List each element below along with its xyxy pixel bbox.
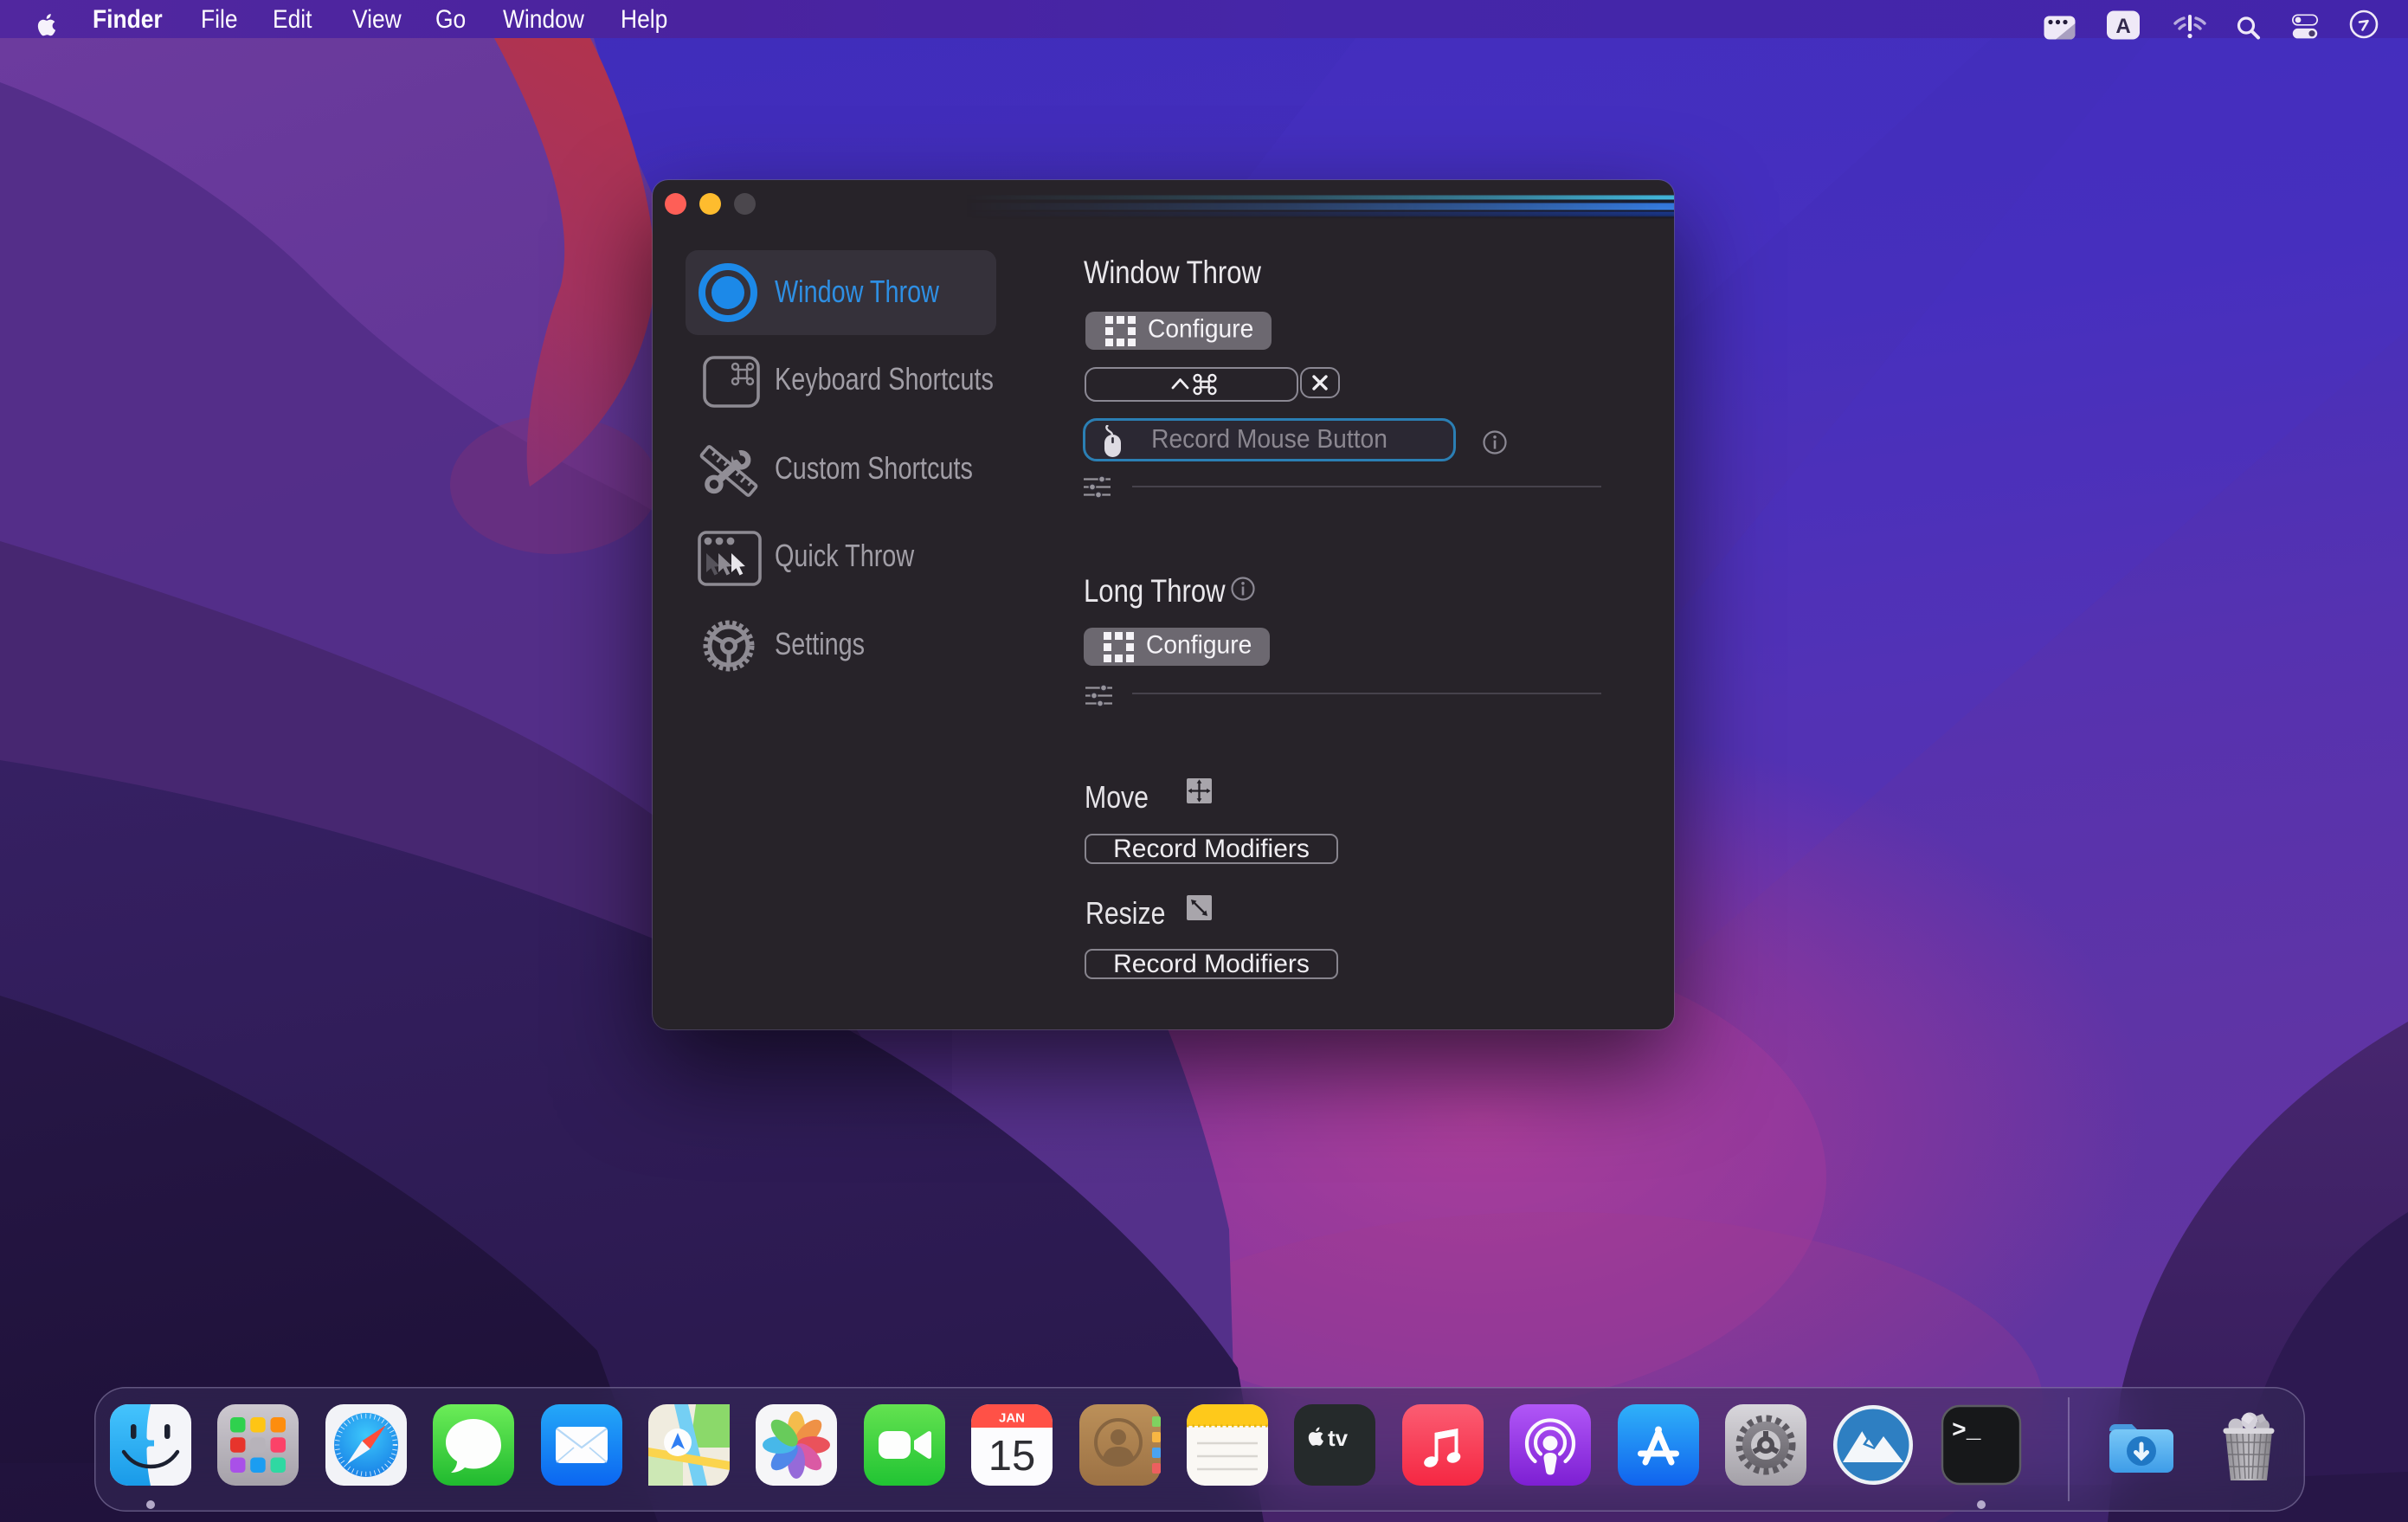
svg-text:JAN: JAN	[999, 1411, 1025, 1426]
svg-text:A: A	[2115, 15, 2130, 38]
svg-text:15: 15	[988, 1433, 1036, 1480]
svg-text:tv: tv	[1328, 1425, 1349, 1451]
svg-text:>_: >_	[1952, 1418, 1981, 1445]
